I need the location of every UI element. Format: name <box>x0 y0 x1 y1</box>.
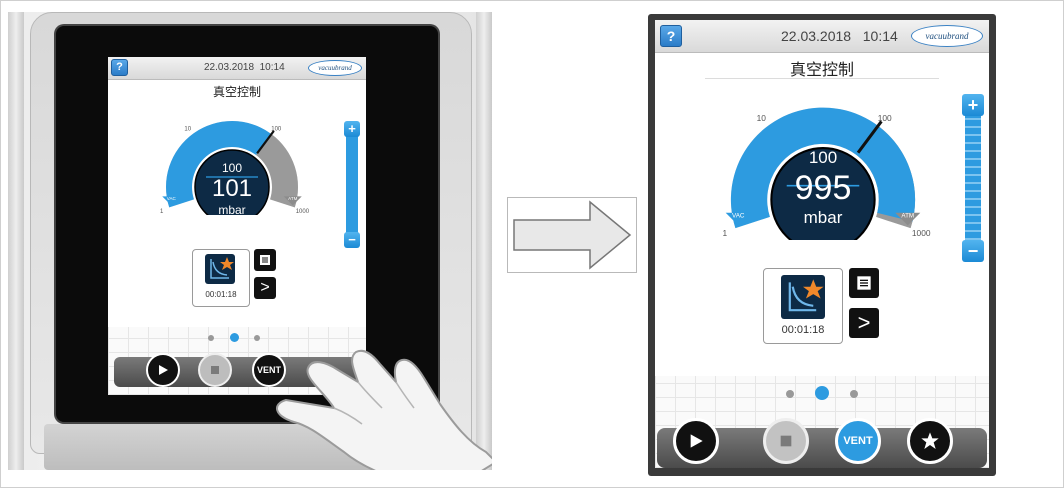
page-dot-active[interactable] <box>815 386 829 400</box>
controller-screen-zoomed: ? 22.03.2018 10:14 vacuubrand 真空控制 1 10 10… <box>655 20 989 468</box>
svg-text:VAC: VAC <box>732 213 745 220</box>
page-dot-active[interactable] <box>230 333 239 342</box>
start-button[interactable] <box>146 353 180 387</box>
pressure-value: 101 <box>211 175 253 202</box>
date: 22.03.2018 <box>781 28 852 44</box>
program-tile[interactable]: 00:01:18 <box>763 268 843 344</box>
program-time: 00:01:18 <box>781 324 825 336</box>
right-arrow-icon <box>513 200 632 270</box>
play-icon <box>159 365 168 375</box>
curve-program-icon <box>205 254 235 284</box>
screen-title: 真空控制 <box>789 62 854 79</box>
gauge-tick-label: 1000 <box>912 228 931 238</box>
list-icon <box>260 255 270 265</box>
frame-rail-left <box>8 12 24 470</box>
datetime: 22.03.2018 10:14 <box>204 62 285 73</box>
help-button[interactable]: ? <box>111 59 128 76</box>
screen-header: ? 22.03.2018 10:14 vacuubrand <box>655 20 989 53</box>
setpoint-value: 100 <box>808 148 838 167</box>
favorite-button[interactable] <box>907 418 953 464</box>
list-button[interactable] <box>254 249 276 271</box>
play-icon <box>690 434 703 448</box>
gauge-tick-label: 10 <box>184 127 191 133</box>
device-photo: ? 22.03.2018 10:14 vacuubrand 真空控制 1 10 10… <box>8 12 492 470</box>
decrease-button[interactable]: − <box>962 240 984 262</box>
program-tile[interactable]: 00:01:18 <box>192 249 250 307</box>
setpoint-slider[interactable] <box>346 125 358 233</box>
svg-text:ATM: ATM <box>288 196 297 201</box>
title-divider <box>705 78 939 79</box>
next-button[interactable]: > <box>849 308 879 338</box>
page-dot-1[interactable] <box>786 390 794 398</box>
date: 22.03.2018 <box>204 62 255 73</box>
gauge-tick-label: 1 <box>722 228 727 238</box>
page-dot-1[interactable] <box>208 335 214 341</box>
gauge-tick-label: 10 <box>757 113 767 123</box>
increase-button[interactable]: + <box>344 121 360 137</box>
setpoint-slider[interactable] <box>965 104 981 244</box>
gauge-tick-label: 1 <box>160 209 164 215</box>
help-button[interactable]: ? <box>660 25 682 47</box>
pressure-value: 995 <box>794 169 852 207</box>
increase-button[interactable]: + <box>962 94 984 116</box>
setpoint-value: 100 <box>221 161 243 175</box>
time: 10:14 <box>259 62 285 73</box>
pressure-unit: mbar <box>803 208 843 227</box>
list-icon <box>857 276 871 290</box>
time: 10:14 <box>862 28 898 44</box>
stop-button[interactable] <box>198 353 232 387</box>
stop-button[interactable] <box>763 418 809 464</box>
page-dot-3[interactable] <box>850 390 858 398</box>
screen-title: 真空控制 <box>212 85 261 99</box>
pressure-unit: mbar <box>218 203 246 217</box>
vent-button[interactable]: VENT <box>835 418 881 464</box>
decrease-button[interactable]: − <box>344 232 360 248</box>
page-dot-3[interactable] <box>254 335 260 341</box>
star-icon <box>921 432 939 449</box>
brand-logo: vacuubrand <box>308 60 362 76</box>
brand-logo: vacuubrand <box>911 25 983 47</box>
datetime: 22.03.2018 10:14 <box>781 28 898 44</box>
next-button[interactable]: > <box>254 277 276 299</box>
list-button[interactable] <box>849 268 879 298</box>
stop-icon <box>780 435 792 447</box>
stop-icon <box>211 366 219 374</box>
start-button[interactable] <box>673 418 719 464</box>
curve-program-icon <box>781 275 825 319</box>
gauge-tick-label: 1000 <box>296 209 310 215</box>
svg-text:VAC: VAC <box>167 196 177 201</box>
transition-arrow-box <box>507 197 637 273</box>
program-time: 00:01:18 <box>205 290 237 299</box>
svg-text:ATM: ATM <box>901 213 914 220</box>
screen-header: ? 22.03.2018 10:14 vacuubrand <box>108 57 366 80</box>
hand-pointer-icon <box>276 349 492 470</box>
